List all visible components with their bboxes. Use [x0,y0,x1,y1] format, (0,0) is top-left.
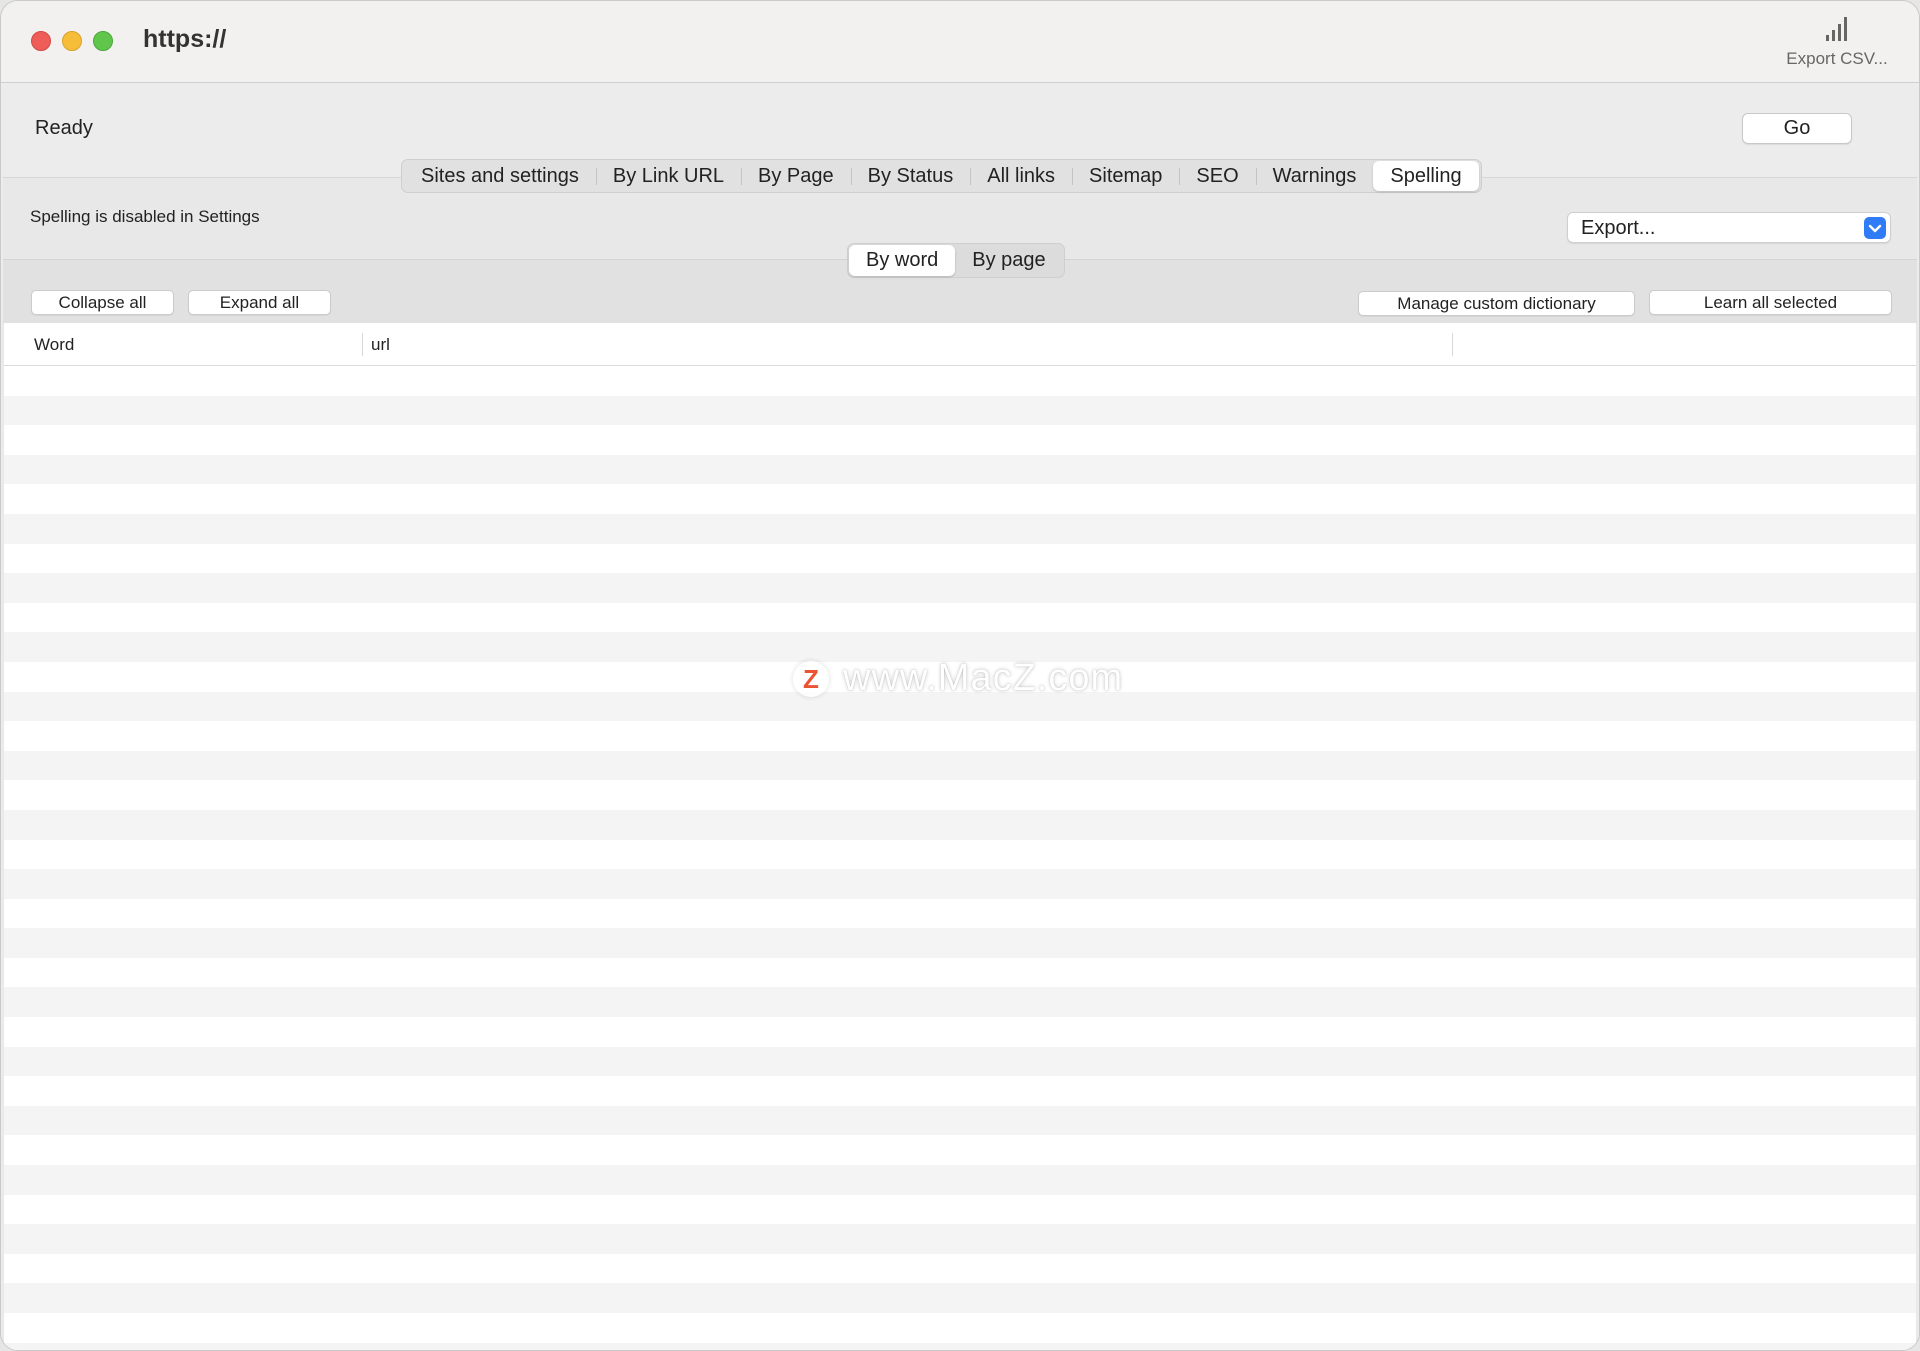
watermark-text: www.MacZ.com [843,657,1124,699]
empty-row [4,750,1916,781]
zoom-window-button[interactable] [93,31,113,51]
empty-row [4,839,1916,870]
export-csv-label: Export CSV... [1786,49,1888,68]
tab-all-links[interactable]: All links [970,160,1072,192]
empty-row [4,1224,1916,1254]
tab-spelling[interactable]: Spelling [1373,161,1479,191]
empty-row [4,957,1916,988]
empty-row [4,1076,1916,1106]
empty-row [4,1194,1916,1225]
spelling-table[interactable]: Word url [4,323,1916,1350]
empty-row [4,1046,1916,1077]
manage-custom-dictionary-button[interactable]: Manage custom dictionary [1358,291,1635,316]
tab-by-link-url[interactable]: By Link URL [595,160,741,192]
table-body [4,366,1916,1350]
export-dropdown-value: Export... [1581,217,1656,239]
table-header: Word url [4,323,1916,366]
empty-row [4,721,1916,751]
tab-seo[interactable]: SEO [1179,160,1255,192]
tab-by-page[interactable]: By Page [741,160,851,192]
empty-row [4,366,1916,396]
title-bar: https:// Export CSV... [1,1,1919,83]
empty-row [4,1017,1916,1047]
export-csv-button[interactable]: Export CSV... [1777,15,1897,69]
close-window-button[interactable] [31,31,51,51]
empty-row [4,513,1916,544]
empty-row [4,454,1916,485]
go-button[interactable]: Go [1742,113,1852,144]
tab-sitemap[interactable]: Sitemap [1072,160,1179,192]
view-by-word[interactable]: By word [849,245,956,276]
empty-row [4,987,1916,1018]
tab-sites-and-settings[interactable]: Sites and settings [404,160,596,192]
empty-row [4,1135,1916,1166]
status-text: Ready [35,117,93,139]
collapse-all-button[interactable]: Collapse all [31,290,174,315]
empty-row [4,602,1916,633]
tab-warnings[interactable]: Warnings [1255,160,1374,192]
main-tab-bar: Sites and settings By Link URL By Page B… [401,159,1482,193]
empty-row [4,869,1916,899]
empty-row [4,1313,1916,1343]
empty-row [4,1283,1916,1313]
empty-row [4,1253,1916,1284]
empty-row [4,484,1916,514]
watermark: Z www.MacZ.com [793,657,1123,700]
tab-by-status[interactable]: By Status [850,160,971,192]
column-header-word[interactable]: Word [34,335,74,355]
empty-row [4,780,1916,810]
chevron-down-icon [1864,217,1886,239]
empty-row [4,425,1916,455]
spelling-disabled-notice: Spelling is disabled in Settings [30,207,260,226]
empty-row [4,928,1916,958]
empty-row [4,1342,1916,1350]
bar-chart-icon [1826,17,1847,41]
empty-row [4,809,1916,840]
window-title: https:// [143,25,227,53]
app-window: https:// Export CSV... Ready Go Sites an… [0,0,1920,1351]
column-divider[interactable] [1452,333,1453,356]
export-dropdown[interactable]: Export... [1567,212,1891,243]
empty-row [4,1105,1916,1136]
learn-all-selected-button[interactable]: Learn all selected [1649,290,1892,315]
empty-row [4,573,1916,603]
empty-row [4,395,1916,426]
view-mode-toggle: By word By page [847,243,1065,278]
empty-row [4,898,1916,929]
expand-all-button[interactable]: Expand all [188,290,331,315]
minimize-window-button[interactable] [62,31,82,51]
macz-logo: Z [793,660,829,697]
empty-row [4,543,1916,574]
empty-row [4,1165,1916,1195]
view-by-page[interactable]: By page [955,245,1062,276]
column-divider[interactable] [362,333,363,356]
column-header-url[interactable]: url [371,335,390,355]
